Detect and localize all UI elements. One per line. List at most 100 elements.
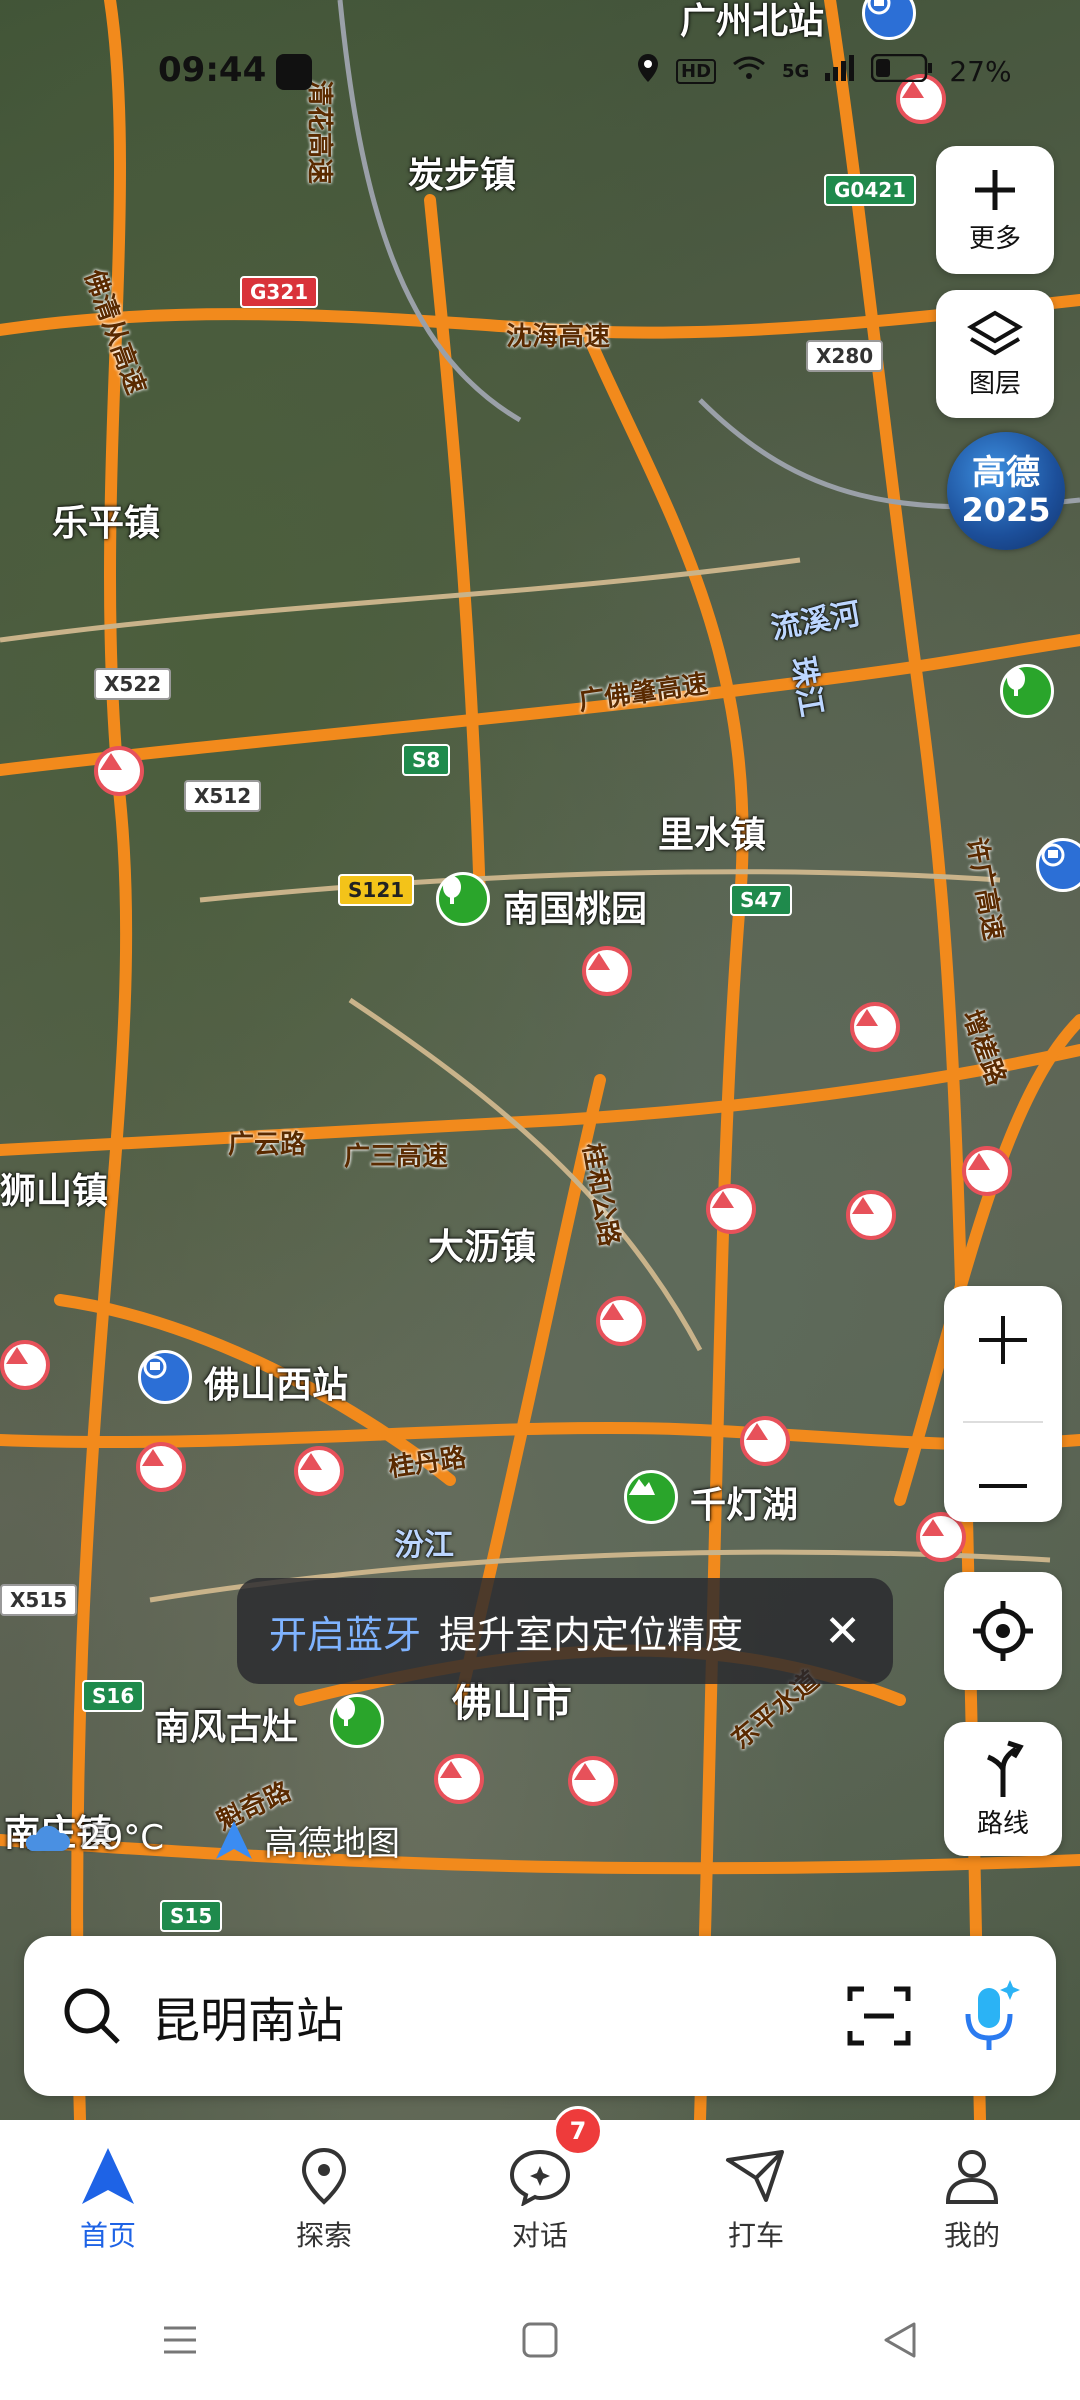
search-bar[interactable]: 昆明南站 [24, 1936, 1056, 2096]
battery-icon [871, 53, 933, 89]
locate-icon [973, 1601, 1033, 1661]
nav-arrow-icon [82, 2148, 134, 2204]
chat-icon [509, 2149, 571, 2206]
tab-label: 首页 [79, 2219, 136, 2252]
amap-logo-icon [216, 1820, 252, 1859]
location-icon [636, 52, 660, 91]
wifi-icon [732, 55, 766, 88]
construction-icon[interactable] [94, 746, 144, 796]
road-shield: G321 [240, 276, 319, 308]
tab-explore[interactable]: 探索 [216, 2120, 432, 2280]
close-icon[interactable]: ✕ [824, 1606, 861, 1657]
signal-icon [825, 55, 855, 88]
amap-2025-badge[interactable]: 高德 2025 [947, 432, 1065, 550]
tab-home[interactable]: 首页 [0, 2120, 216, 2280]
divider [963, 1420, 1043, 1423]
weather-widget[interactable]: 29°C [20, 1818, 164, 1858]
mountain-poi-icon[interactable] [624, 1470, 678, 1524]
place-label[interactable]: 狮山镇 [0, 1162, 108, 1214]
scan-icon[interactable] [846, 1983, 912, 2049]
park-poi-icon[interactable] [436, 872, 490, 926]
construction-icon[interactable] [568, 1756, 618, 1806]
tab-label: 我的 [943, 2219, 1000, 2252]
construction-icon[interactable] [294, 1446, 344, 1496]
construction-icon[interactable] [596, 1296, 646, 1346]
route-button[interactable]: 路线 [944, 1722, 1062, 1856]
road-shield: G0421 [824, 174, 917, 206]
road-shield: S16 [82, 1680, 145, 1712]
badge-line1: 高德 [972, 453, 1040, 493]
road-label: 广云路 [228, 1130, 307, 1160]
place-label[interactable]: 大沥镇 [428, 1218, 536, 1270]
construction-icon[interactable] [0, 1340, 50, 1390]
search-icon [64, 1988, 120, 2044]
brand-logo: 高德地图 [212, 1816, 400, 1865]
road [424, 194, 486, 906]
tiktok-icon [276, 54, 312, 90]
road-shield: X522 [94, 668, 172, 700]
temperature: 29°C [80, 1818, 165, 1858]
minor-road [0, 557, 801, 643]
construction-icon[interactable] [850, 1002, 900, 1052]
locate-button[interactable] [944, 1572, 1062, 1690]
road-shield: X512 [184, 780, 262, 812]
system-nav-bar [0, 2280, 1080, 2400]
home-icon[interactable] [520, 2320, 560, 2360]
hd-icon: HD [676, 59, 717, 84]
bottom-tab-bar: 首页 探索 7 对话 打车 我的 [0, 2106, 1080, 2280]
road-shield: S121 [338, 874, 415, 906]
place-label[interactable]: 千灯湖 [690, 1476, 798, 1528]
road-label: 沈海高速 [506, 322, 611, 352]
road-shield: X515 [0, 1584, 78, 1616]
tab-taxi[interactable]: 打车 [648, 2120, 864, 2280]
construction-icon[interactable] [582, 946, 632, 996]
construction-icon[interactable] [136, 1442, 186, 1492]
plus-icon [975, 169, 1015, 210]
place-label[interactable]: 南风古灶 [154, 1698, 298, 1750]
tab-label: 对话 [511, 2219, 568, 2252]
minor-road [348, 997, 703, 1352]
zoom-controls [944, 1286, 1062, 1522]
construction-icon[interactable] [740, 1416, 790, 1466]
tab-chat[interactable]: 7 对话 [432, 2106, 648, 2280]
place-label[interactable]: 乐平镇 [52, 494, 160, 546]
menu-icon[interactable] [160, 2320, 200, 2360]
enable-bluetooth-link[interactable]: 开启蓝牙 [269, 1604, 421, 1659]
badge-line2: 2025 [961, 491, 1051, 529]
place-label[interactable]: 炭步镇 [408, 146, 516, 198]
taxi-icon [726, 2150, 784, 2202]
status-bar: 09:44 HD 5G 27% [0, 0, 1080, 120]
tab-label: 打车 [727, 2219, 784, 2252]
cloud-icon [25, 1825, 71, 1851]
more-button[interactable]: 更多 [936, 146, 1054, 274]
back-icon[interactable] [880, 2320, 920, 2360]
more-label: 更多 [968, 223, 1021, 254]
park-poi-icon[interactable] [1000, 664, 1054, 718]
layers-button[interactable]: 图层 [936, 290, 1054, 418]
construction-icon[interactable] [846, 1190, 896, 1240]
construction-icon[interactable] [706, 1184, 756, 1234]
place-label[interactable]: 南国桃园 [503, 880, 647, 932]
road-shield: S47 [730, 884, 793, 916]
battery-percent: 27% [949, 55, 1012, 88]
route-label: 路线 [976, 1808, 1029, 1839]
zoom-in-icon[interactable] [975, 1312, 1031, 1368]
construction-icon[interactable] [434, 1754, 484, 1804]
construction-icon[interactable] [962, 1146, 1012, 1196]
train-station-poi-icon[interactable] [138, 1350, 192, 1404]
park-poi-icon[interactable] [330, 1694, 384, 1748]
river-label: 汾江 [394, 1528, 454, 1563]
zoom-out-icon[interactable] [975, 1476, 1031, 1496]
place-label[interactable]: 里水镇 [658, 806, 766, 858]
route-icon [987, 1740, 1024, 1797]
status-time: 09:44 [158, 50, 267, 90]
status-icons: HD 5G 27% [636, 52, 1012, 91]
place-label[interactable]: 佛山西站 [204, 1356, 348, 1408]
profile-icon [945, 2150, 999, 2204]
map-view[interactable]: 炭步镇 乐平镇 里水镇 南国桃园 狮山镇 大沥镇 佛山西站 千灯湖 南风古灶 佛… [0, 0, 1080, 2120]
layers-label: 图层 [968, 368, 1021, 399]
notification-badge: 7 [552, 2106, 603, 2156]
voice-mic-icon[interactable] [960, 1978, 1020, 2054]
brand-name: 高德地图 [264, 1824, 400, 1864]
tab-profile[interactable]: 我的 [864, 2120, 1080, 2280]
